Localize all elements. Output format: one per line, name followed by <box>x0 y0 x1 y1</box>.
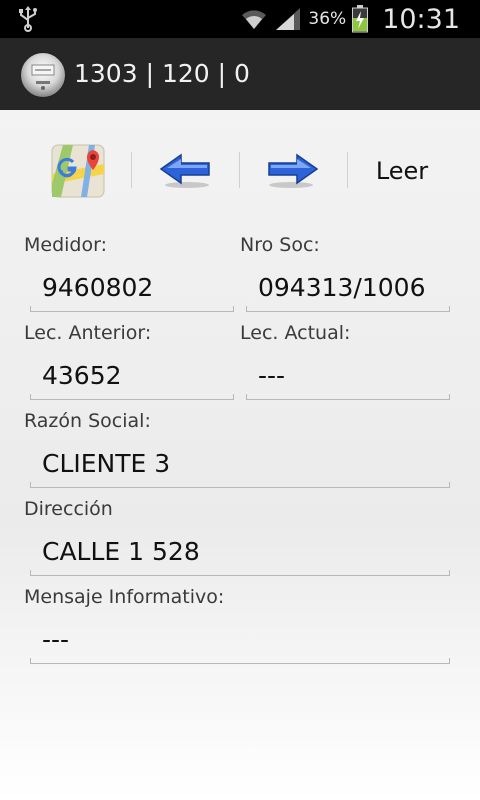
signal-icon <box>276 8 301 30</box>
direccion-label: Dirección <box>24 498 113 520</box>
razon-social-value[interactable]: CLIENTE 3 <box>42 449 170 478</box>
maps-button[interactable] <box>46 138 110 204</box>
nro-soc-field[interactable] <box>246 306 450 312</box>
toolbar-divider <box>347 152 348 188</box>
battery-charging-icon <box>352 5 369 33</box>
meter-app-icon[interactable] <box>20 52 66 98</box>
nro-soc-value[interactable]: 094313/1006 <box>258 273 425 302</box>
previous-button[interactable] <box>152 138 218 204</box>
nro-soc-label: Nro Soc: <box>240 234 320 256</box>
mensaje-field[interactable] <box>30 658 450 664</box>
toolbar-divider <box>239 152 240 188</box>
medidor-field[interactable] <box>30 306 234 312</box>
maps-icon <box>51 144 105 198</box>
read-button-label: Leer <box>375 157 429 185</box>
screen-title: 1303 | 120 | 0 <box>74 59 250 88</box>
clock: 10:31 <box>382 3 460 35</box>
lec-anterior-value[interactable]: 43652 <box>42 361 122 390</box>
mensaje-label: Mensaje Informativo: <box>24 586 225 608</box>
wifi-icon <box>242 10 267 29</box>
direccion-field[interactable] <box>30 570 450 576</box>
razon-social-field[interactable] <box>30 482 450 488</box>
lec-anterior-label: Lec. Anterior: <box>24 322 152 344</box>
usb-icon <box>19 6 37 32</box>
lec-actual-value[interactable]: --- <box>258 361 285 390</box>
lec-anterior-field[interactable] <box>30 394 234 400</box>
razon-social-label: Razón Social: <box>24 410 151 432</box>
gauge-icon <box>31 64 55 90</box>
battery-percent: 36% <box>308 9 347 29</box>
navigation-toolbar: Leer <box>0 138 480 204</box>
read-button[interactable]: Leer <box>360 138 444 204</box>
lec-actual-field[interactable] <box>246 394 450 400</box>
action-bar: 1303 | 120 | 0 <box>0 38 480 110</box>
arrow-left-icon <box>159 153 210 188</box>
next-button[interactable] <box>260 138 326 204</box>
toolbar-divider <box>131 152 132 188</box>
arrow-right-icon <box>268 153 319 188</box>
meter-reading-form: Leer Medidor: 9460802 Nro Soc: 094313/10… <box>0 110 480 800</box>
medidor-label: Medidor: <box>24 234 107 256</box>
lec-actual-label: Lec. Actual: <box>240 322 351 344</box>
medidor-value[interactable]: 9460802 <box>42 273 153 302</box>
direccion-value[interactable]: CALLE 1 528 <box>42 537 200 566</box>
mensaje-value[interactable]: --- <box>42 625 69 654</box>
status-bar: 36% 10:31 <box>0 0 480 38</box>
